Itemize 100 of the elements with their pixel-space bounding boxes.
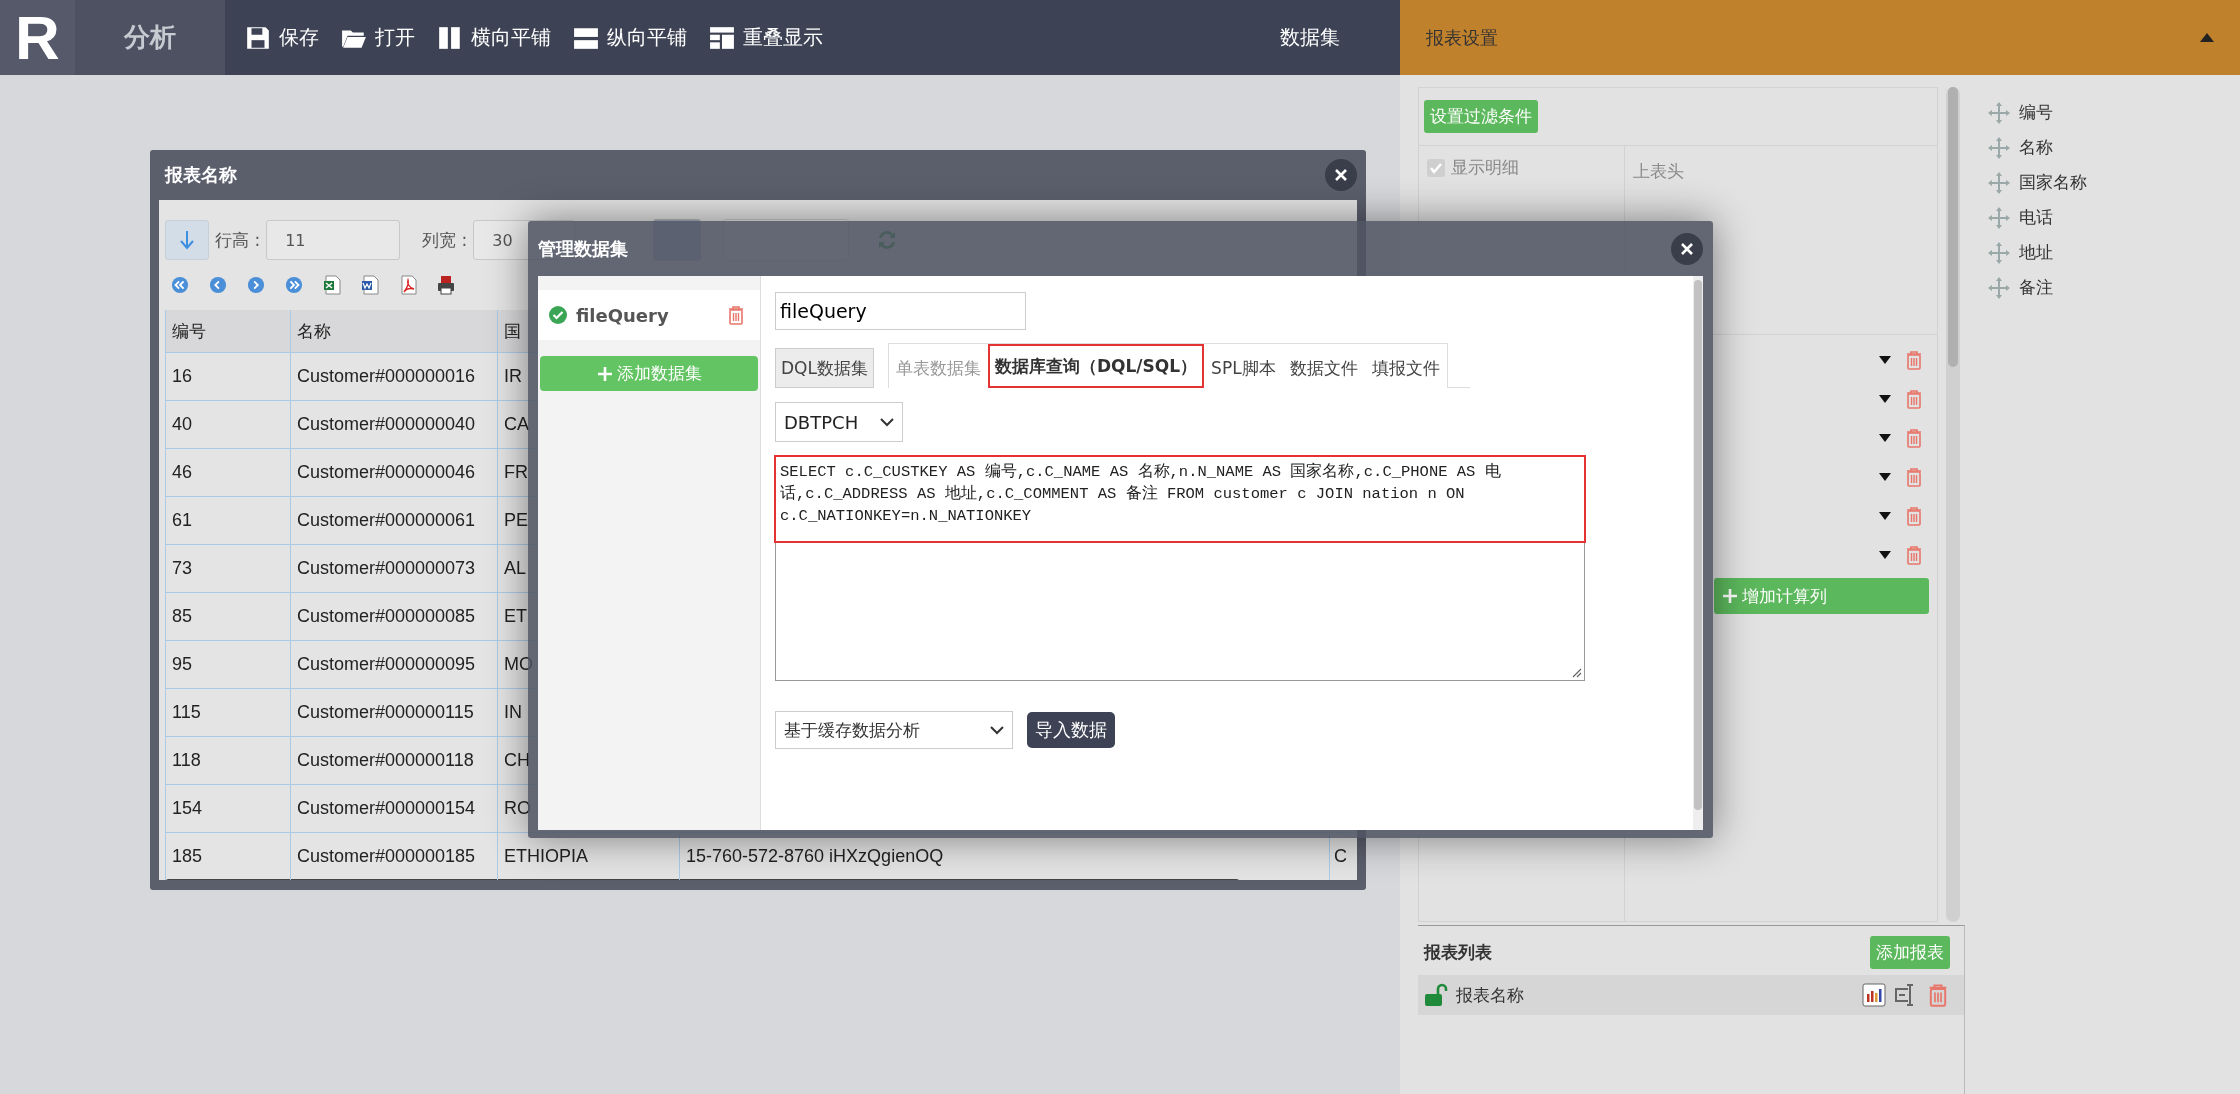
mode-select[interactable]: 基于缓存数据分析: [775, 711, 1013, 749]
trash-icon[interactable]: [1905, 505, 1923, 526]
move-icon[interactable]: [1987, 240, 2011, 265]
dataset-tab[interactable]: 数据集: [1280, 24, 1340, 51]
windows-icon: [709, 24, 735, 51]
next-page-icon[interactable]: [247, 275, 265, 295]
table-cell: 61: [165, 497, 290, 544]
move-icon[interactable]: [1987, 170, 2011, 195]
panel-title: 报表设置: [1426, 25, 1498, 50]
move-icon[interactable]: [1987, 275, 2011, 300]
save-icon: [245, 24, 271, 51]
table-cell: Customer#000000095: [290, 641, 497, 688]
table-cell: 73: [165, 545, 290, 592]
report-name: 报表名称: [1456, 983, 1525, 1007]
table-cell: Customer#000000046: [290, 449, 497, 496]
table-cell: 46: [165, 449, 290, 496]
move-icon[interactable]: [1987, 135, 2011, 160]
move-icon[interactable]: [1987, 100, 2011, 125]
caret-icon[interactable]: [1879, 550, 1891, 559]
unlock-icon[interactable]: [1424, 983, 1448, 1007]
table-cell: 154: [165, 785, 290, 832]
field-label: 列宽 :: [422, 228, 468, 252]
sql-editor[interactable]: SELECT c.C_CUSTKEY AS 编号,c.C_NAME AS 名称,n.N_NAME AS 国家名称,c.C_PHONE AS 电话,c.C_ADDRESS AS 地址,c.C_COMMENT AS 备注 FROM customer c JOIN nation n ON c.C_NATIONKEY=n.N_NATIONKEY: [775, 456, 1585, 681]
chevron-down-icon: [990, 725, 1004, 735]
column-header[interactable]: 名称: [290, 310, 497, 352]
checkbox-label: 显示明细: [1451, 156, 1519, 179]
field-item[interactable]: 名称: [2019, 136, 2053, 159]
field-item[interactable]: 备注: [2019, 276, 2053, 299]
caret-icon[interactable]: [1879, 511, 1891, 520]
tab[interactable]: 数据库查询（DQL/SQL）: [987, 344, 1205, 388]
trash-icon[interactable]: [1905, 466, 1923, 487]
document-icon[interactable]: [361, 275, 379, 295]
sort-button[interactable]: [165, 220, 209, 260]
toolbar-button[interactable]: 横向平铺: [435, 24, 553, 51]
dataset-item[interactable]: fileQuery: [538, 290, 760, 340]
section-title: 报表列表: [1424, 941, 1492, 964]
resize-grip-icon[interactable]: [1572, 668, 1582, 678]
app-logo: R: [0, 0, 75, 75]
table-cell: Customer#000000118: [290, 737, 497, 784]
chevron-down-icon: [880, 417, 894, 427]
pdf-icon[interactable]: [399, 275, 417, 295]
caret-icon[interactable]: [1879, 472, 1891, 481]
table-cell: 95: [165, 641, 290, 688]
field-item[interactable]: 电话: [2019, 206, 2053, 229]
trash-icon[interactable]: [1905, 544, 1923, 565]
name-field[interactable]: fileQuery: [775, 292, 1026, 330]
tab[interactable]: 数据文件: [1282, 348, 1365, 388]
table-cell: 118: [165, 737, 290, 784]
module-tab[interactable]: 分析: [75, 0, 225, 75]
trash-icon[interactable]: [1905, 349, 1923, 370]
collapse-icon[interactable]: [2200, 33, 2214, 42]
sql-text: SELECT c.C_CUSTKEY AS 编号,c.C_NAME AS 名称,n.N_NAME AS 国家名称,c.C_PHONE AS 电话,c.C_ADDRESS AS 地址,c.C_COMMENT AS 备注 FROM customer c JOIN nation n ON c.C_NATIONKEY=n.N_NATIONKEY: [774, 455, 1586, 543]
last-page-icon[interactable]: [285, 275, 303, 295]
caret-icon[interactable]: [1879, 433, 1891, 442]
table-cell: Customer#000000073: [290, 545, 497, 592]
close-icon: [1680, 241, 1694, 256]
table-cell: 115: [165, 689, 290, 736]
bar-chart-icon[interactable]: [1862, 983, 1886, 1007]
toolbar-button[interactable]: 打开: [339, 24, 417, 51]
table-cell: Customer#000000115: [290, 689, 497, 736]
close-button[interactable]: [1671, 232, 1703, 265]
toolbar-button[interactable]: 纵向平铺: [571, 24, 689, 51]
field-item[interactable]: 国家名称: [2019, 171, 2087, 194]
printer-icon[interactable]: [437, 275, 455, 295]
trash-icon[interactable]: [726, 305, 746, 325]
move-icon[interactable]: [1987, 205, 2011, 230]
table-cell: 16: [165, 353, 290, 400]
previous-page-icon[interactable]: [209, 275, 227, 295]
row-height-field[interactable]: 11: [266, 220, 401, 260]
trash-icon[interactable]: [1905, 388, 1923, 409]
table-cell: 85: [165, 593, 290, 640]
report-item[interactable]: 报表名称: [1418, 975, 1964, 1015]
down-arrow-icon: [178, 230, 196, 250]
table-cell: Customer#000000061: [290, 497, 497, 544]
table-cell: 40: [165, 401, 290, 448]
table-cell: Customer#000000040: [290, 401, 497, 448]
scrollbar[interactable]: [1946, 87, 1960, 922]
column-header[interactable]: 编号: [165, 310, 290, 352]
plus-icon: [596, 365, 613, 382]
scrollbar[interactable]: [1693, 276, 1703, 830]
tab[interactable]: SPL脚本: [1204, 348, 1283, 388]
data-source-select[interactable]: DBTPCH: [775, 402, 903, 442]
field-item[interactable]: 编号: [2019, 101, 2053, 124]
toolbar-button[interactable]: 重叠显示: [707, 24, 825, 51]
drop-hint: 上表头: [1633, 161, 1684, 181]
table-cell: Customer#000000016: [290, 353, 497, 400]
caret-icon[interactable]: [1879, 394, 1891, 403]
plus-icon: [1722, 588, 1738, 604]
first-page-icon[interactable]: [171, 275, 189, 295]
caret-icon[interactable]: [1879, 355, 1891, 364]
close-button[interactable]: [1325, 159, 1357, 191]
import-button[interactable]: 导入数据: [1027, 712, 1115, 748]
field-item[interactable]: 地址: [2019, 241, 2053, 264]
tab[interactable]: 填报文件: [1364, 348, 1447, 388]
close-icon: [1334, 168, 1348, 182]
tab[interactable]: DQL数据集: [775, 348, 874, 388]
toolbar-button[interactable]: 保存: [243, 24, 321, 51]
spreadsheet-icon[interactable]: [323, 275, 341, 295]
trash-icon[interactable]: [1905, 427, 1923, 448]
window-title: 报表名称: [165, 163, 237, 187]
